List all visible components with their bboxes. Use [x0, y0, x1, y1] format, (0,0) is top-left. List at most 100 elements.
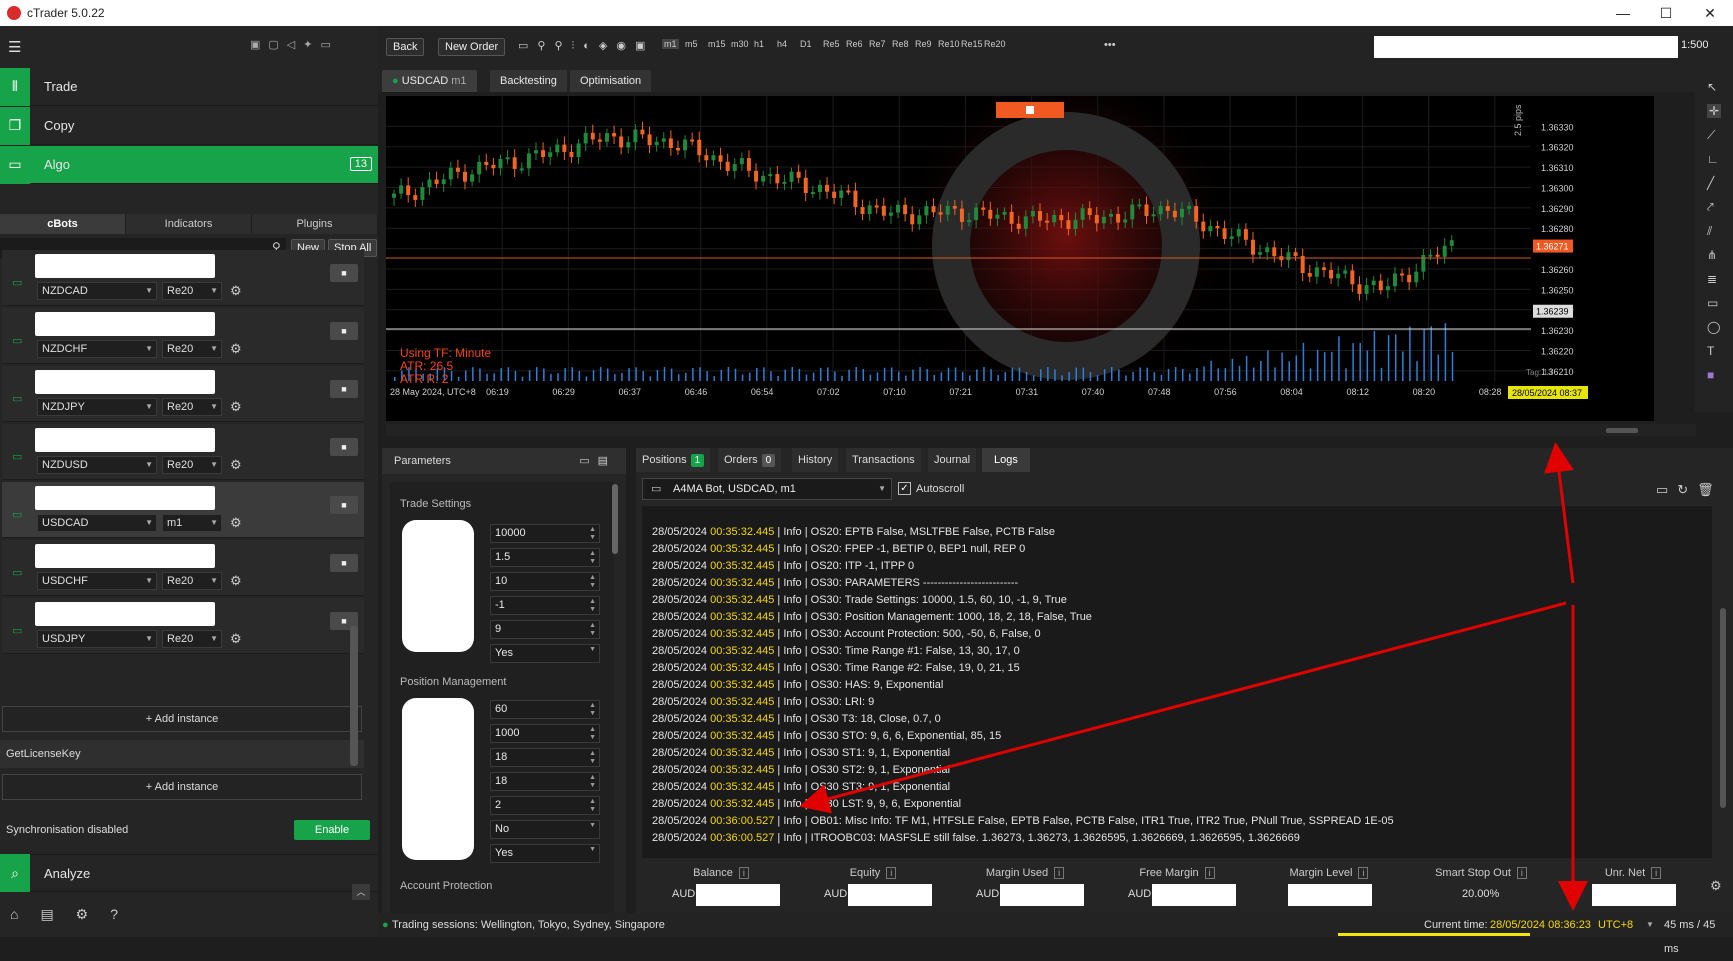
hamburger-menu-icon[interactable]: ☰	[8, 38, 21, 56]
parameter-field[interactable]: 60 ▲ ▼	[490, 700, 600, 719]
cbot-instance-row[interactable]: ▭ USDJPY ▼ Re20 ▼ ⚙ ■	[2, 598, 364, 654]
bot-symbol-select[interactable]: USDCAD ▼	[37, 514, 157, 532]
timeframe-button[interactable]: m5	[685, 39, 698, 49]
more-icon[interactable]: •••	[1104, 39, 1116, 51]
trend-tool-icon[interactable]: ⟋	[1707, 128, 1715, 143]
parameter-field[interactable]: 2 ▲ ▼	[490, 796, 600, 815]
info-icon[interactable]: i	[1054, 867, 1065, 879]
stepper-icon[interactable]: ▼	[589, 846, 596, 854]
bot-symbol-select[interactable]: USDCHF ▼	[37, 572, 157, 590]
stepper-icon[interactable]: ▲ ▼	[589, 726, 596, 742]
ray-tool-icon[interactable]: ⤤	[1707, 200, 1714, 215]
parameters-tool-icons[interactable]: ▭▤	[579, 448, 616, 474]
cbot-instance-row[interactable]: ▭ NZDCHF ▼ Re20 ▼ ⚙ ■	[2, 308, 364, 364]
bot-timeframe-select[interactable]: Re20 ▼	[162, 572, 222, 590]
gear-icon[interactable]: ⚙	[230, 283, 242, 299]
stop-button[interactable]: ■	[330, 554, 358, 572]
timezone-select[interactable]: UTC+8	[1598, 913, 1633, 937]
gear-icon[interactable]: ⚙	[230, 399, 242, 415]
timeframe-button[interactable]: h4	[777, 39, 787, 49]
cbot-instance-row[interactable]: ▭ USDCHF ▼ Re20 ▼ ⚙ ■	[2, 540, 364, 596]
cbot-group-getlicensekey[interactable]: GetLicenseKey	[0, 740, 364, 768]
stepper-icon[interactable]: ▲ ▼	[589, 774, 596, 790]
bot-timeframe-select[interactable]: Re20 ▼	[162, 282, 222, 300]
parameter-field[interactable]: Yes ▼	[490, 844, 600, 863]
chart-svg[interactable]: 1.36330 1.36320 1.36310 1.36300 1.36290 1.362…	[386, 96, 1654, 421]
price-chart[interactable]: 1.36330 1.36320 1.36310 1.36300 1.36290 1.362…	[386, 96, 1654, 421]
bot-symbol-select[interactable]: NZDCAD ▼	[37, 282, 157, 300]
bot-timeframe-select[interactable]: Re20 ▼	[162, 340, 222, 358]
timeframe-button[interactable]: h1	[754, 39, 764, 49]
gear-icon[interactable]: ⚙	[230, 457, 242, 473]
tab-logs[interactable]: Logs	[982, 448, 1030, 472]
stop-button[interactable]: ■	[330, 496, 358, 514]
callout-icon[interactable]: ▭	[1707, 296, 1718, 310]
stepper-icon[interactable]: ▲ ▼	[589, 550, 596, 566]
tab-orders[interactable]: Orders 0	[718, 448, 782, 472]
timeframe-button[interactable]: m1	[662, 39, 679, 49]
tab-backtesting[interactable]: Backtesting	[490, 70, 567, 92]
info-icon[interactable]: i	[738, 867, 749, 879]
nav-copy[interactable]: ❐ Copy	[0, 106, 378, 145]
bot-symbol-select[interactable]: USDJPY ▼	[37, 630, 157, 648]
timeframe-button[interactable]: m15	[708, 39, 726, 49]
tab-plugins[interactable]: Plugins	[252, 214, 378, 234]
timeframe-button[interactable]: m30	[731, 39, 749, 49]
log-scrollbar[interactable]	[1720, 608, 1726, 808]
add-instance-button[interactable]: + Add instance	[2, 706, 362, 732]
stop-button[interactable]: ■	[330, 380, 358, 398]
bottom-left-icons[interactable]: ⌂▤⚙?	[10, 906, 140, 923]
channel-tool-icon[interactable]: ⫽	[1707, 224, 1712, 239]
tab-usdcad-chart[interactable]: ● USDCAD m1	[382, 70, 477, 92]
gear-icon[interactable]: ⚙	[230, 515, 242, 531]
timeframe-button[interactable]: Re15	[961, 39, 983, 49]
stop-button[interactable]: ■	[330, 264, 358, 282]
bot-timeframe-select[interactable]: Re20 ▼	[162, 456, 222, 474]
chart-tool-icons[interactable]: ▭⚲⚲⫶◐◈◉▣	[518, 39, 654, 53]
info-icon[interactable]: i	[1358, 867, 1369, 879]
stepper-icon[interactable]: ▲ ▼	[589, 526, 596, 542]
ellipse-icon[interactable]: ◯	[1707, 320, 1720, 334]
autoscroll-checkbox[interactable]: ✓	[898, 482, 911, 495]
stepper-icon[interactable]: ▲ ▼	[589, 598, 596, 614]
nav-analyze[interactable]: ⌕ Analyze	[0, 854, 378, 892]
parameter-field[interactable]: Yes ▼	[490, 644, 600, 663]
line-tool-icon[interactable]: ╱	[1707, 176, 1714, 190]
cbot-instance-row[interactable]: ▭ NZDCAD ▼ Re20 ▼ ⚙ ■	[2, 250, 364, 306]
tab-cbots[interactable]: cBots	[0, 214, 126, 234]
tab-history[interactable]: History	[792, 448, 839, 472]
bot-symbol-select[interactable]: NZDCHF ▼	[37, 340, 157, 358]
parameter-field[interactable]: No ▼	[490, 820, 600, 839]
cbot-instance-row[interactable]: ▭ USDCAD ▼ m1 ▼ ⚙ ■	[2, 482, 364, 538]
nav-trade[interactable]: ⫴ Trade	[0, 67, 378, 106]
fibonacci-icon[interactable]: ≣	[1707, 272, 1717, 286]
bot-symbol-select[interactable]: NZDJPY ▼	[37, 398, 157, 416]
gear-icon[interactable]: ⚙	[1710, 878, 1722, 894]
bot-symbol-select[interactable]: NZDUSD ▼	[37, 456, 157, 474]
log-output[interactable]: 28/05/2024 00:35:32.445 | Info | OS20: E…	[642, 506, 1712, 858]
timeframe-button[interactable]: Re8	[892, 39, 909, 49]
info-icon[interactable]: i	[886, 867, 897, 879]
parameter-field[interactable]: 10 ▲ ▼	[490, 572, 600, 591]
text-tool-icon[interactable]: T	[1707, 344, 1714, 358]
tab-journal[interactable]: Journal	[928, 448, 977, 472]
bot-timeframe-select[interactable]: m1 ▼	[162, 514, 222, 532]
stepper-icon[interactable]: ▲ ▼	[589, 750, 596, 766]
stop-button[interactable]: ■	[330, 438, 358, 456]
parameter-field[interactable]: 1.5 ▲ ▼	[490, 548, 600, 567]
bot-timeframe-select[interactable]: Re20 ▼	[162, 630, 222, 648]
stepper-icon[interactable]: ▲ ▼	[589, 798, 596, 814]
close-button[interactable]: ✕	[1687, 0, 1733, 26]
gear-icon[interactable]: ⚙	[230, 573, 242, 589]
stepper-icon[interactable]: ▲ ▼	[589, 574, 596, 590]
crosshair-icon[interactable]: ✛	[1707, 104, 1722, 118]
tab-positions[interactable]: Positions 1	[636, 448, 711, 472]
angle-tool-icon[interactable]: ∟	[1707, 152, 1719, 166]
add-instance-button-2[interactable]: + Add instance	[2, 774, 362, 800]
nav-algo[interactable]: ▭ Algo 13	[0, 145, 378, 184]
maximize-button[interactable]: ☐	[1643, 0, 1689, 26]
color-icon[interactable]: ■	[1707, 368, 1714, 382]
log-source-select[interactable]: ▭ A4MA Bot, USDCAD, m1 ▼	[642, 478, 892, 500]
parameter-field[interactable]: 18 ▲ ▼	[490, 748, 600, 767]
stepper-icon[interactable]: ▼	[589, 822, 596, 830]
